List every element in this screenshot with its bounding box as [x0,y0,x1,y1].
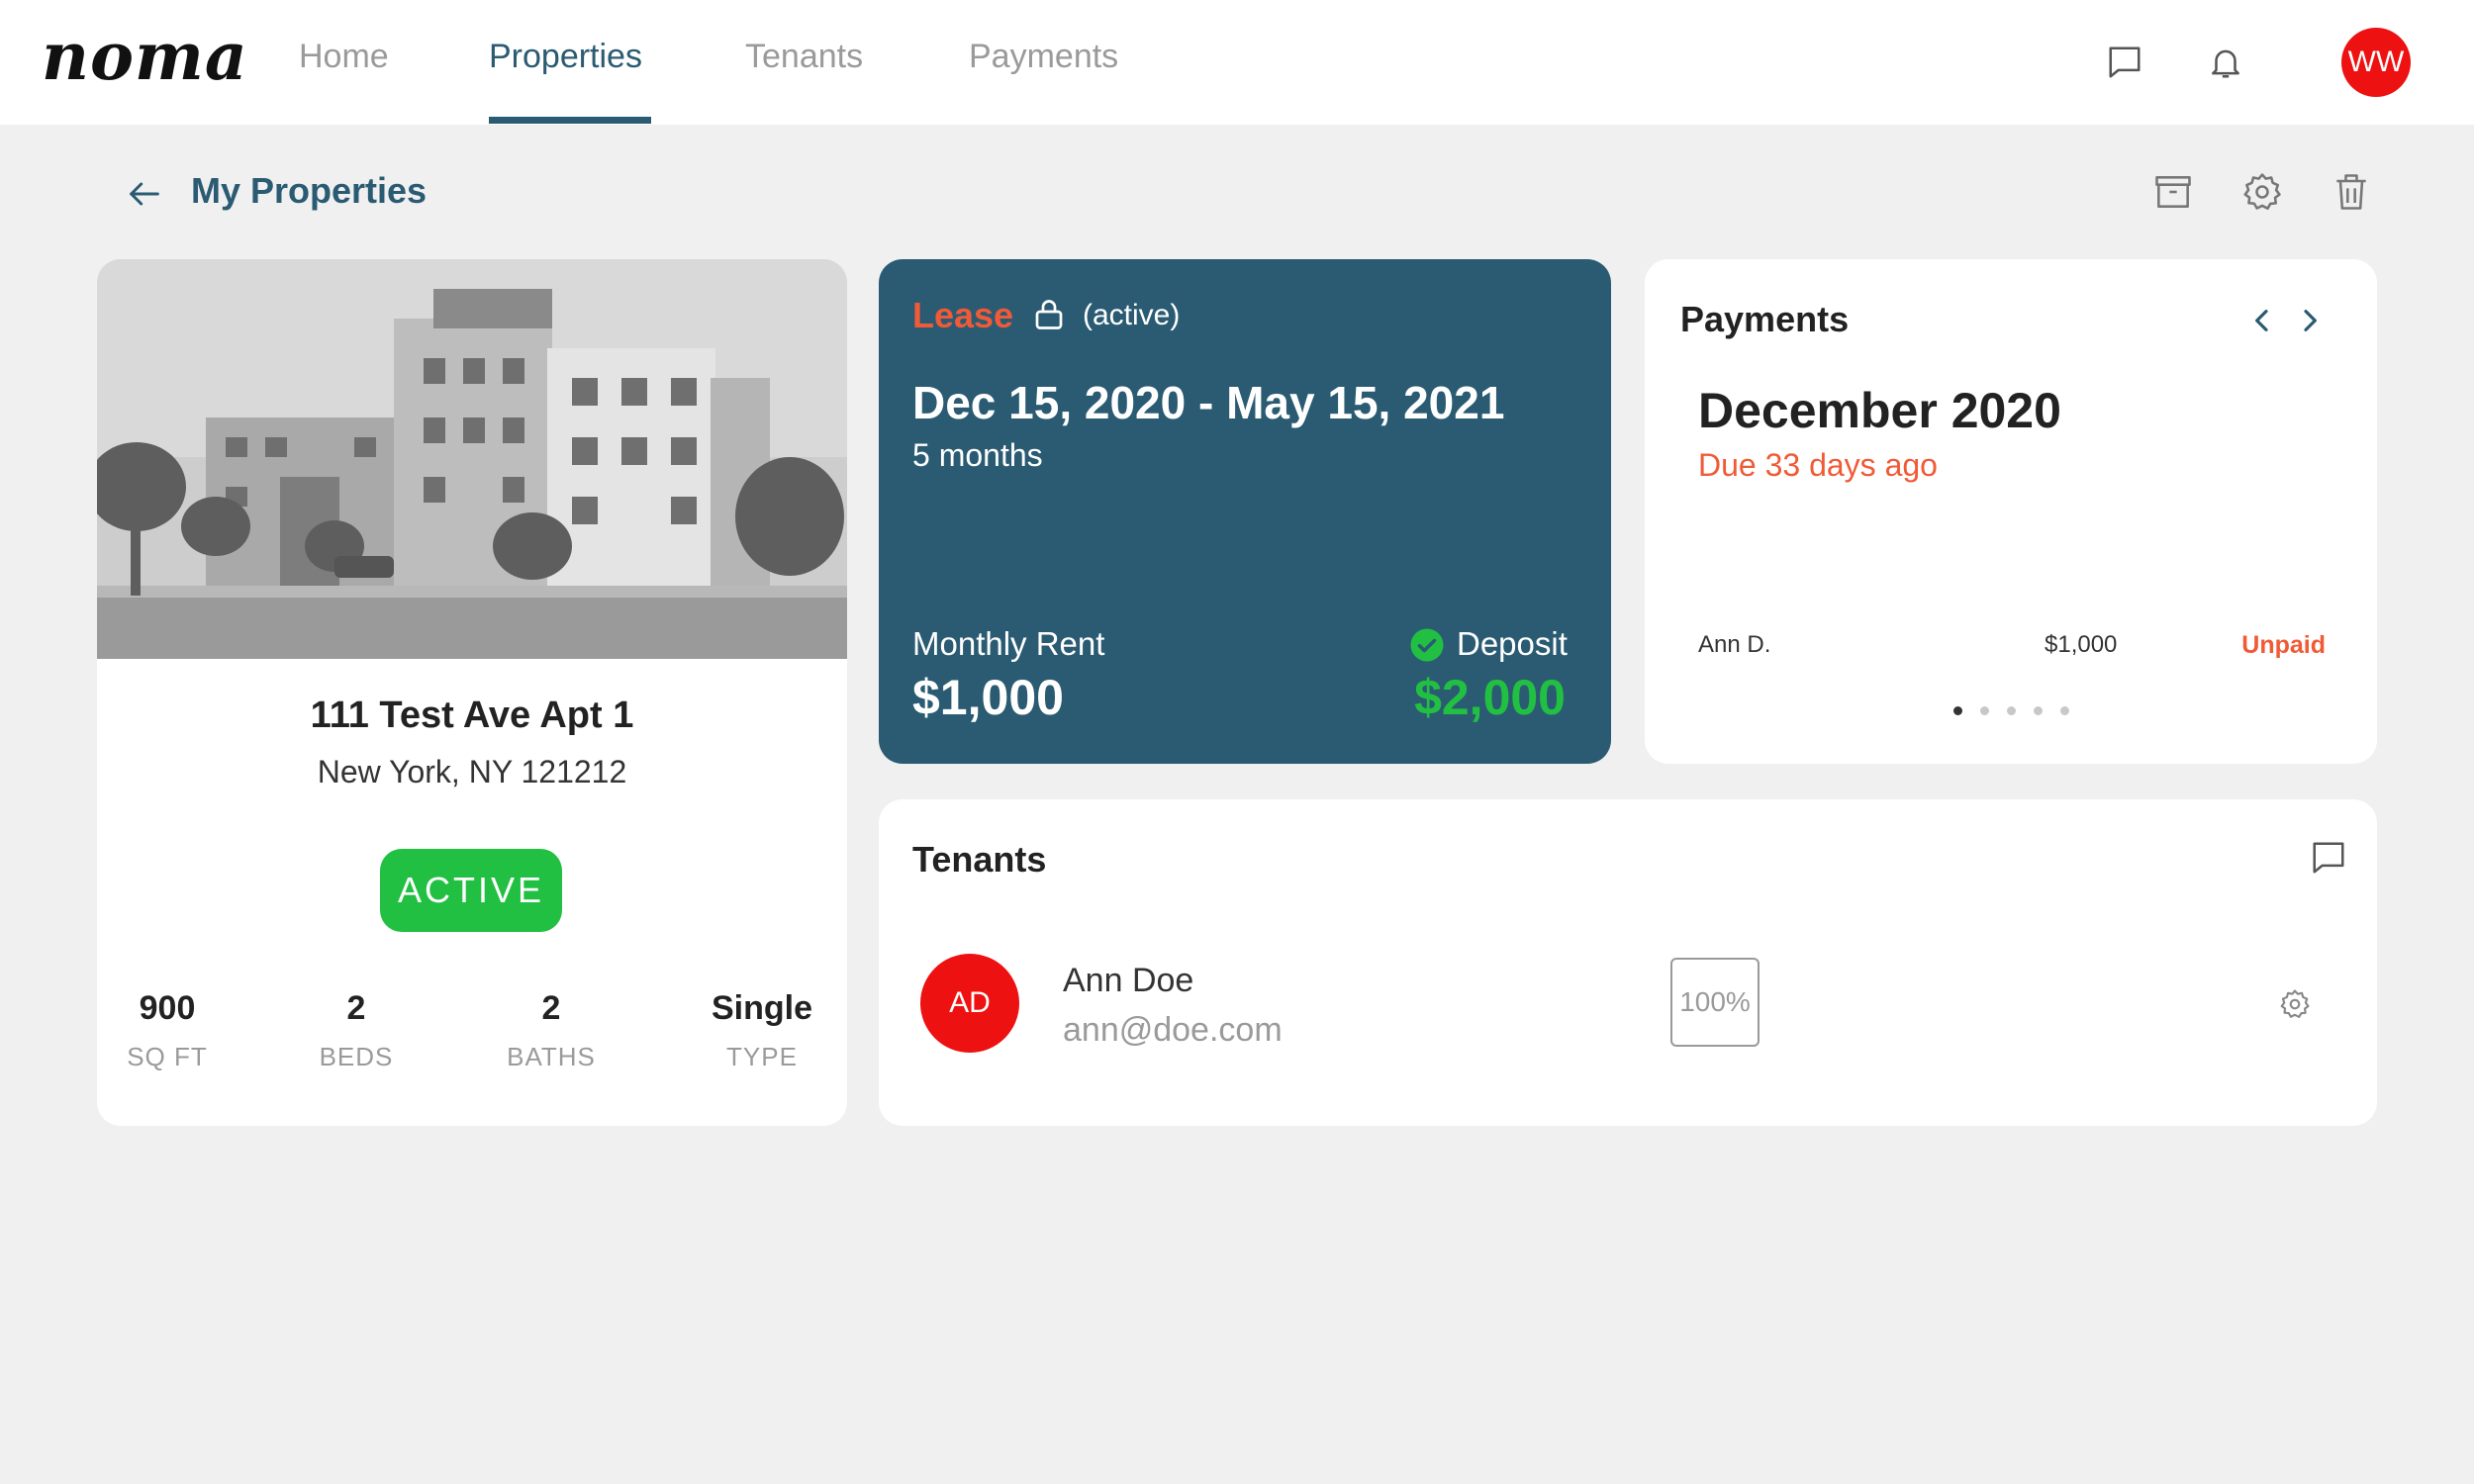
stat-beds: 2 BEDS [267,989,445,1072]
chevron-right-icon[interactable] [2294,303,2326,338]
rent-value: $1,000 [912,670,1064,725]
gear-icon[interactable] [2240,170,2284,214]
chat-icon[interactable] [2310,839,2347,877]
tab-payments[interactable]: Payments [969,38,1118,76]
user-avatar[interactable]: WW [2341,28,2411,97]
back-arrow-icon[interactable] [125,174,164,214]
payment-due: Due 33 days ago [1698,447,1938,483]
property-photo [97,259,847,659]
stat-baths: 2 BATHS [462,989,640,1072]
check-circle-icon [1410,628,1444,662]
page-dot[interactable] [2007,706,2016,715]
lock-icon [1035,300,1063,329]
stat-label: BEDS [319,1042,394,1071]
page-dot[interactable] [2034,706,2043,715]
lease-dates: Dec 15, 2020 - May 15, 2021 [912,377,1505,428]
stat-label: SQ FT [127,1042,208,1071]
active-tab-indicator [489,117,651,124]
stat-sqft: 900 SQ FT [97,989,256,1072]
payments-card: Payments December 2020 Due 33 days ago A… [1645,259,2377,764]
lease-duration: 5 months [912,437,1043,473]
tenant-avatar[interactable]: AD [920,954,1019,1053]
stat-value: 2 [346,989,366,1027]
stat-label: BATHS [507,1042,596,1071]
gear-icon[interactable] [2278,987,2312,1021]
tab-home[interactable]: Home [299,38,389,76]
stat-value: 2 [541,989,561,1027]
page-dot[interactable] [1953,706,1962,715]
tab-properties[interactable]: Properties [489,38,642,76]
property-card: 111 Test Ave Apt 1 New York, NY 121212 A… [97,259,847,1126]
page-title: My Properties [191,170,428,211]
tenants-card: Tenants AD Ann Doe ann@doe.com 100% [879,799,2377,1126]
deposit-value: $2,000 [1414,670,1566,725]
property-city: New York, NY 121212 [317,754,627,789]
status-badge: ACTIVE [380,849,562,932]
property-address: 111 Test Ave Apt 1 [310,695,634,736]
top-nav: noma Home Properties Tenants Payments WW [0,0,2474,125]
stat-value: 900 [139,989,196,1027]
stat-value: Single [711,989,813,1027]
rent-label: Monthly Rent [912,625,1105,662]
stat-type: Single TYPE [673,989,847,1072]
payment-month: December 2020 [1698,383,2061,438]
page-dot[interactable] [2060,706,2069,715]
chat-icon[interactable] [2106,44,2143,81]
archive-icon[interactable] [2151,170,2195,214]
tenants-title: Tenants [912,839,1047,880]
lease-status: (active) [1083,299,1181,331]
app-logo[interactable]: noma [42,18,248,95]
payment-status: Unpaid [2241,631,2326,659]
chevron-left-icon[interactable] [2246,303,2278,338]
payment-tenant-name: Ann D. [1698,631,1771,658]
tenant-rent-share-field[interactable]: 100% [1670,958,1760,1047]
lease-label: Lease [912,295,1014,335]
page-dot[interactable] [1980,706,1989,715]
trash-icon[interactable] [2330,170,2373,214]
tenant-name[interactable]: Ann Doe [1063,962,1193,1000]
tab-tenants[interactable]: Tenants [745,38,863,76]
tenant-email[interactable]: ann@doe.com [1063,1011,1283,1050]
stat-label: TYPE [726,1042,798,1071]
deposit-label: Deposit [1457,625,1568,662]
lease-card[interactable]: Lease (active) Dec 15, 2020 - May 15, 20… [879,259,1611,764]
payment-amount: $1,000 [2045,631,2118,658]
payments-title: Payments [1680,299,1850,339]
bell-icon[interactable] [2207,44,2244,81]
